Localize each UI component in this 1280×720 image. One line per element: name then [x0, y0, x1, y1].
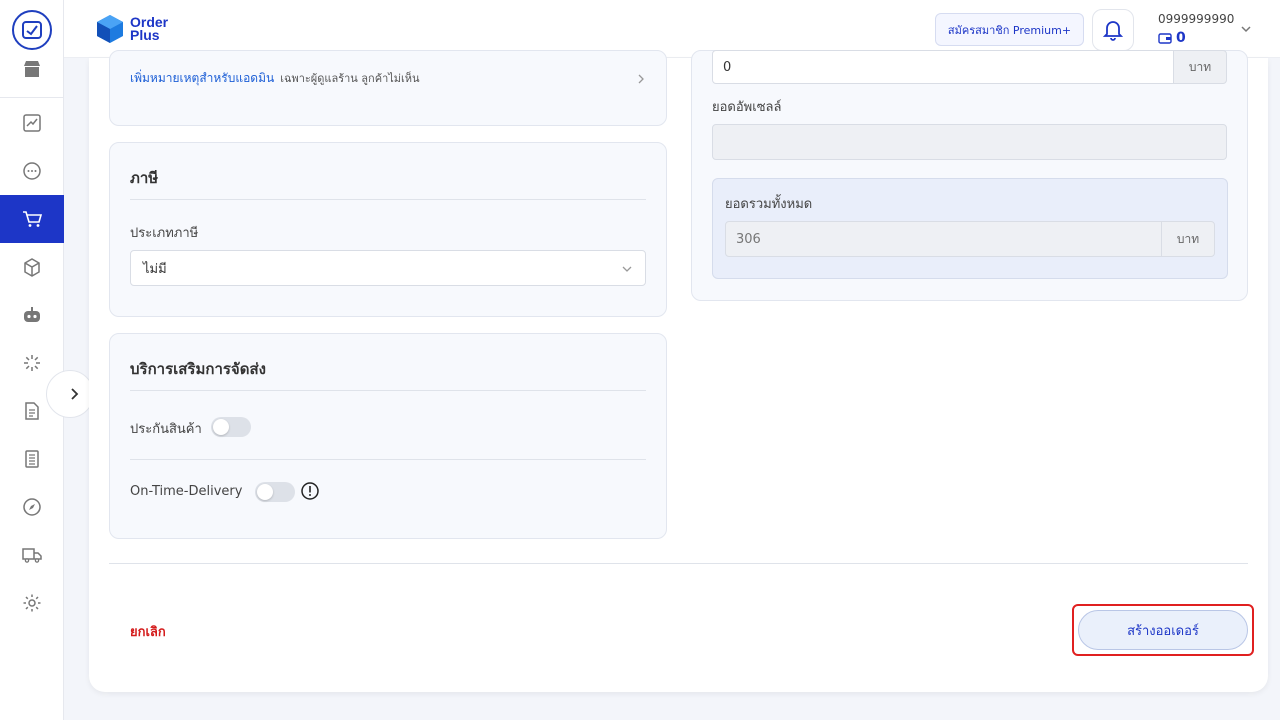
footer-divider	[109, 563, 1248, 564]
ledger-icon[interactable]	[0, 435, 64, 483]
premium-signup-button[interactable]: สมัครสมาชิก Premium+	[935, 13, 1084, 46]
admin-note-panel: เพิ่มหมายเหตุสำหรับแอดมิน เฉพาะผู้ดูแลร้า…	[109, 50, 667, 126]
tax-title: ภาษี	[130, 169, 159, 187]
sidebar-divider	[0, 97, 64, 98]
user-phone: 0999999990	[1158, 12, 1235, 26]
upsell-input	[712, 124, 1227, 160]
credit-value: 0	[1176, 30, 1186, 46]
total-box: ยอดรวมทั้งหมด 306 บาท	[712, 178, 1228, 279]
upsell-label: ยอดอัพเซลล์	[712, 100, 782, 115]
brand-cube-icon	[97, 15, 123, 43]
chat-icon[interactable]	[0, 147, 64, 195]
total-label: ยอดรวมทั้งหมด	[725, 197, 813, 212]
admin-note-hint: เฉพาะผู้ดูแลร้าน ลูกค้าไม่เห็น	[280, 72, 420, 85]
truck-icon[interactable]	[0, 531, 64, 579]
admin-note-link[interactable]: เพิ่มหมายเหตุสำหรับแอดมิน เฉพาะผู้ดูแลร้า…	[130, 69, 420, 88]
insurance-toggle[interactable]	[211, 417, 251, 437]
tax-type-value: ไม่มี	[143, 261, 167, 277]
app-logo-icon[interactable]	[12, 10, 52, 50]
notification-button[interactable]	[1092, 9, 1134, 51]
chart-icon[interactable]	[0, 99, 64, 147]
chevron-right-icon[interactable]	[637, 73, 645, 89]
tax-panel: ภาษี ประเภทภาษี ไม่มี	[109, 142, 667, 317]
box-icon[interactable]	[0, 243, 64, 291]
top-amount-value: 0	[723, 59, 732, 75]
divider	[130, 199, 646, 200]
create-order-button[interactable]: สร้างออเดอร์	[1078, 610, 1248, 650]
chevron-down-icon	[622, 266, 632, 272]
top-amount-input[interactable]: 0	[712, 50, 1174, 84]
currency-addon: บาท	[1173, 50, 1227, 84]
create-order-highlight: สร้างออเดอร์	[1072, 604, 1254, 656]
compass-icon[interactable]	[0, 483, 64, 531]
user-credit: 0	[1158, 30, 1186, 46]
gear-icon[interactable]	[0, 579, 64, 627]
divider	[130, 459, 646, 460]
otd-toggle[interactable]	[255, 482, 295, 502]
store-icon[interactable]	[0, 46, 64, 92]
divider	[130, 390, 646, 391]
user-menu-chevron-icon[interactable]	[1240, 22, 1252, 37]
tax-type-label: ประเภทภาษี	[130, 226, 199, 241]
shipping-addons-panel: บริการเสริมการจัดส่ง ประกันสินค้า On-Tim…	[109, 333, 667, 539]
total-value: 306	[736, 231, 761, 247]
robot-icon[interactable]	[0, 291, 64, 339]
tax-type-select[interactable]: ไม่มี	[130, 250, 646, 286]
shipping-addons-title: บริการเสริมการจัดส่ง	[130, 360, 266, 378]
sidebar-expand-button[interactable]	[46, 370, 94, 418]
cart-icon[interactable]	[0, 195, 64, 243]
insurance-label: ประกันสินค้า	[130, 422, 202, 437]
brand-logo[interactable]: Order Plus	[96, 14, 168, 44]
cancel-button[interactable]: ยกเลิก	[130, 621, 166, 642]
bell-icon	[1103, 21, 1123, 41]
sidebar	[0, 0, 64, 720]
otd-label: On-Time-Delivery	[130, 484, 243, 499]
total-input: 306	[725, 221, 1162, 257]
admin-note-link-text[interactable]: เพิ่มหมายเหตุสำหรับแอดมิน	[130, 71, 274, 85]
total-currency-addon: บาท	[1161, 221, 1215, 257]
order-form-card: เพิ่มหมายเหตุสำหรับแอดมิน เฉพาะผู้ดูแลร้า…	[89, 50, 1268, 692]
chevron-right-icon	[71, 388, 79, 400]
wallet-icon	[1158, 33, 1172, 44]
brand-line2: Plus	[130, 27, 160, 43]
info-icon[interactable]	[301, 482, 319, 504]
